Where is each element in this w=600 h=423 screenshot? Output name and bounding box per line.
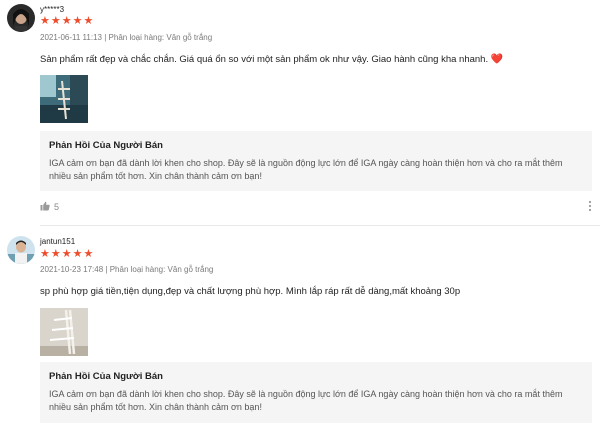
star-icon: ★ [40,248,50,260]
seller-reply-text: IGA cảm ơn bạn đã dành lời khen cho shop… [49,388,589,414]
rating-stars: ★ ★ ★ ★ ★ [40,249,93,260]
review-username[interactable]: jantun151 [40,237,75,246]
star-icon: ★ [72,248,83,260]
review-photo[interactable] [40,308,88,356]
seller-reply-line: nhiều sản phẩm tốt hơn. Xin chân thành c… [49,402,262,412]
variation-label: Phân loại hàng: Vân gỗ trắng [109,265,214,274]
avatar[interactable] [7,236,35,264]
seller-reply-line: IGA cảm ơn bạn đã dành lời khen cho shop… [49,389,563,399]
meta-separator: | [105,265,108,274]
review-timestamp: 2021-10-23 17:48 [40,265,104,274]
seller-reply-title: Phản Hồi Của Người Bán [49,371,163,382]
review-item: jantun151 ★ ★ ★ ★ ★ 2021-10-23 17:48 | P… [0,0,600,423]
star-icon: ★ [83,248,94,260]
seller-reply: Phản Hồi Của Người Bán IGA cảm ơn bạn đã… [40,362,592,423]
star-icon: ★ [61,248,72,260]
review-content: sp phù hợp giá tiền,tiện dụng,đẹp và chấ… [40,286,460,297]
review-text: sp phù hợp giá tiền,tiện dụng,đẹp và chấ… [40,286,461,297]
star-icon: ★ [50,248,61,260]
review-meta: 2021-10-23 17:48 | Phân loại hàng: Vân g… [40,265,213,274]
